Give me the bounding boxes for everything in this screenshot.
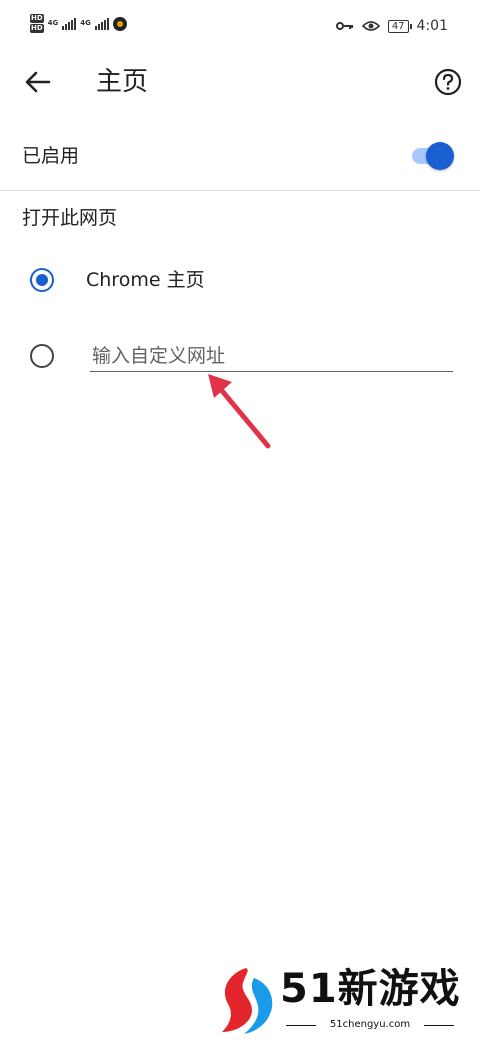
status-bar-right: 47 4:01 [335,18,448,34]
watermark-line-right [424,1025,454,1026]
chrome-homepage-radio[interactable] [30,268,54,292]
divider [0,190,480,191]
status-bar-left: HD HD 4G 4G [30,14,127,33]
signal-icon-sim2 [94,17,109,30]
page-title: 主页 [96,67,149,97]
watermark-logo-icon [222,968,273,1034]
signal-icon-sim1 [62,17,77,30]
section-header: 打开此网页 [22,207,118,229]
enabled-label: 已启用 [22,145,80,167]
network-type-sim1: 4G [47,19,59,27]
status-bar: HD HD 4G 4G 47 4:01 [0,0,480,56]
help-icon [434,68,462,96]
back-button[interactable] [18,62,58,102]
custom-url-input[interactable] [90,340,453,372]
network-type-sim2: 4G [80,19,91,27]
chrome-homepage-label[interactable]: Chrome 主页 [86,266,205,294]
radio-selected-dot [36,274,48,286]
arrow-back-icon [25,71,51,93]
enabled-toggle[interactable] [410,141,456,171]
help-button[interactable] [428,62,468,102]
watermark-text: 51新游戏 [280,966,461,1012]
hd-badge-sim1: HD [30,14,44,23]
notification-app-icon [112,16,127,31]
annotation-arrow-icon [208,374,271,449]
watermark: 51新游戏 51chengyu.com [218,962,480,1042]
key-icon [335,22,353,30]
clock: 4:01 [416,18,448,34]
custom-url-radio[interactable] [30,344,54,368]
sim-labels: HD HD [30,14,44,33]
hd-badge-sim2: HD [30,24,44,33]
battery-icon: 47 [387,19,412,33]
eye-icon [361,21,380,31]
enabled-row[interactable]: 已启用 [0,128,480,184]
toggle-thumb [426,142,454,170]
